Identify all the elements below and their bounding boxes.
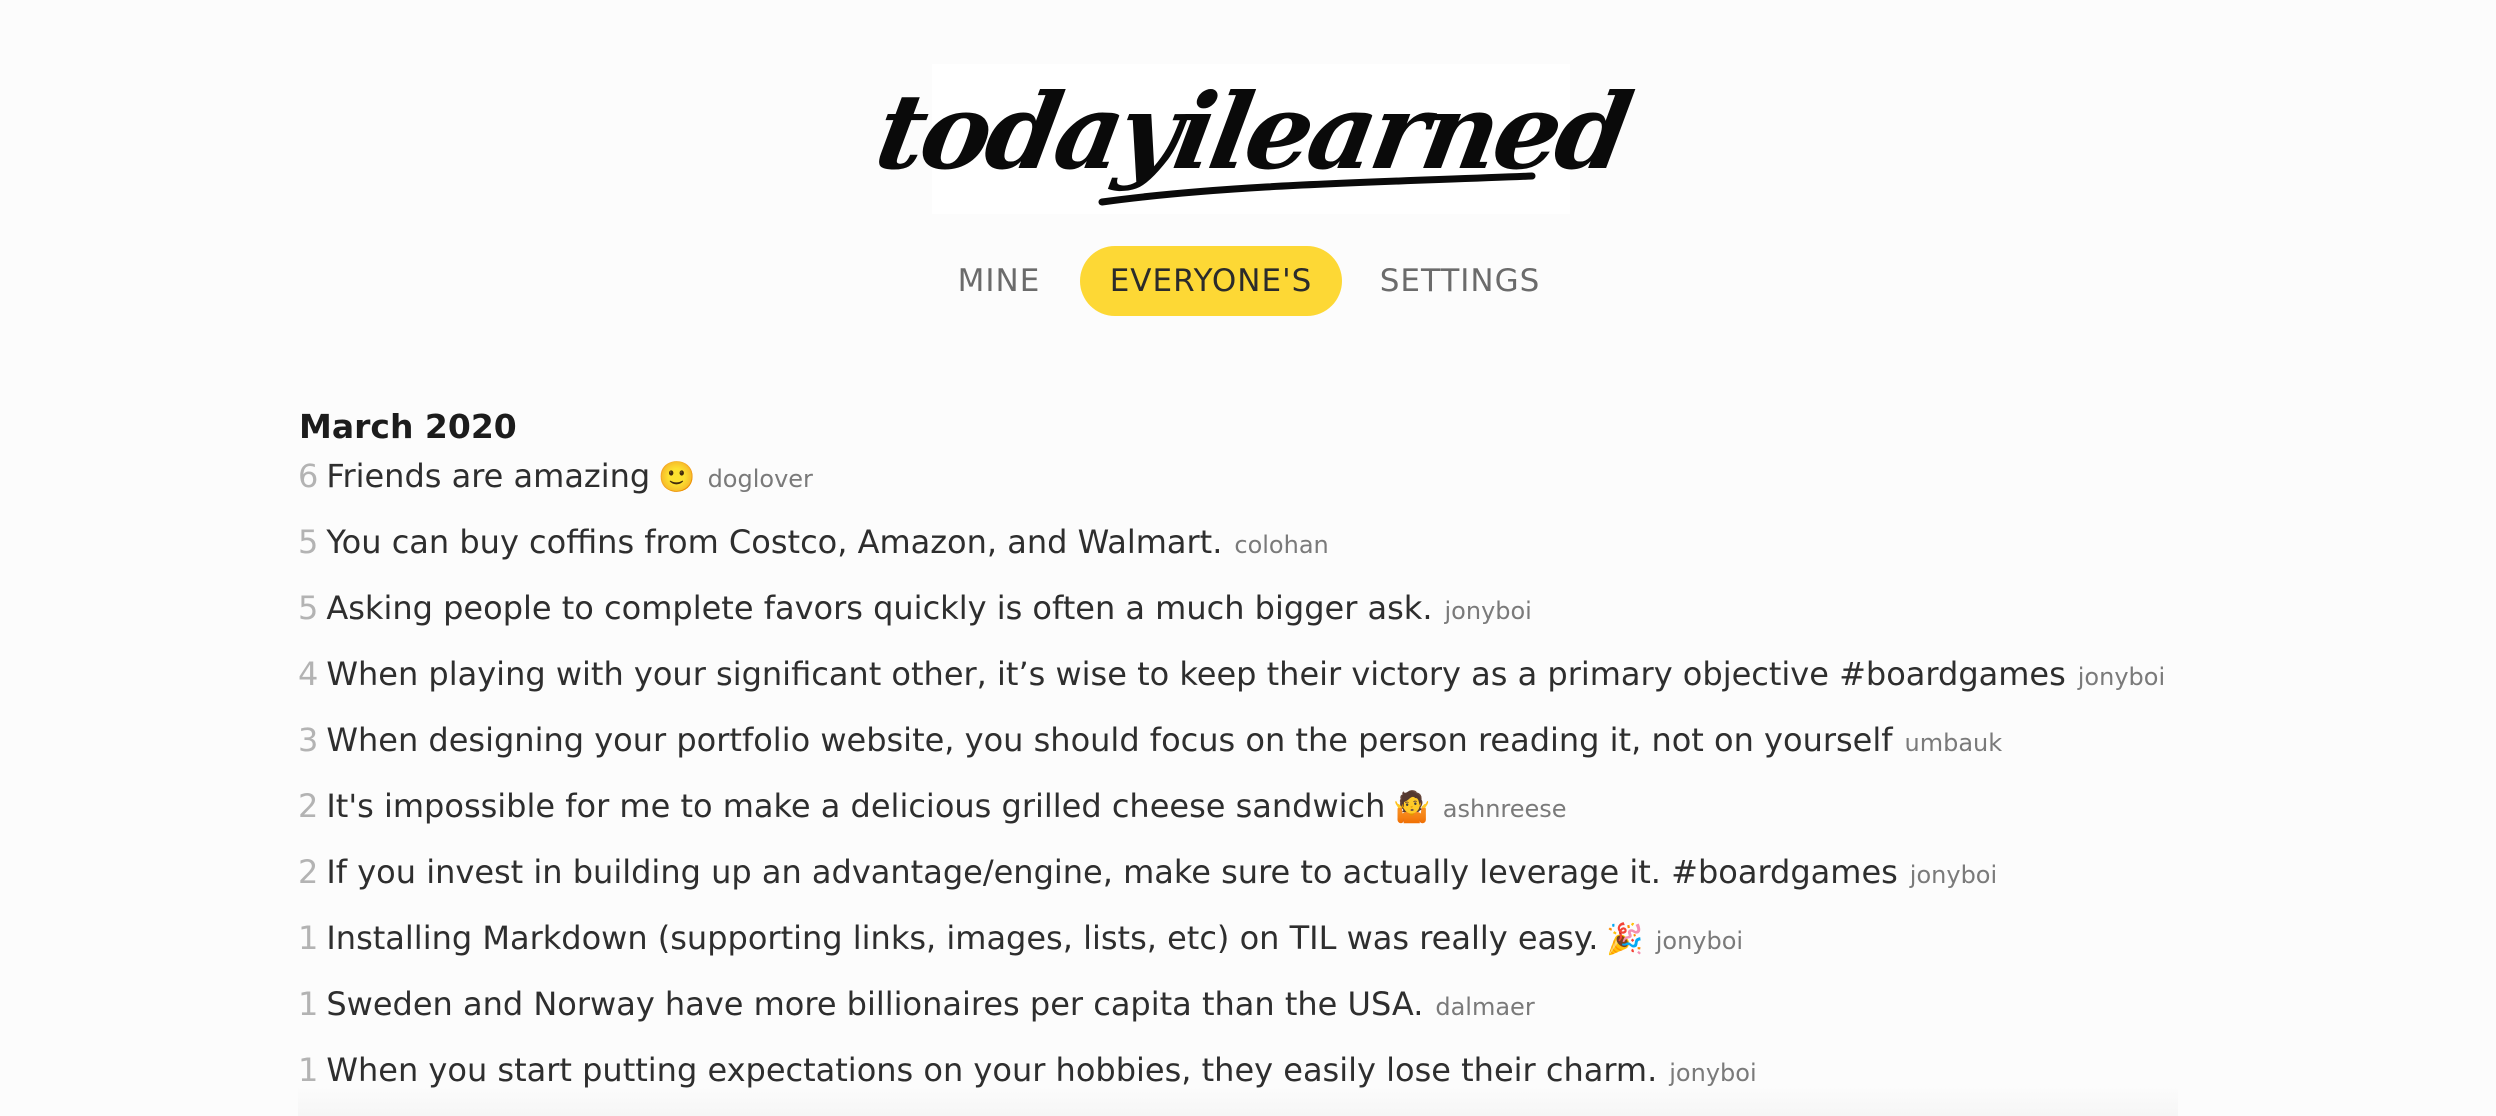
entry-text: You can buy coffins from Costco, Amazon,… [326,523,1223,561]
nav-tab-everyones[interactable]: EVERYONE'S [1080,246,1342,316]
entry-count: 6 [298,457,319,495]
nav-tab-mine[interactable]: MINE [942,246,1056,316]
entry-text: Friends are amazing [326,457,651,495]
entry-author-link[interactable]: jonyboi [1669,1059,1756,1087]
entry-row: 4 When playing with your significant othe… [298,646,2298,712]
nav-tab-settings[interactable]: SETTINGS [1370,246,1550,316]
entry-row: 3 When designing your portfolio website, … [298,712,2298,778]
entry-author-link[interactable]: umbauk [1905,729,2003,757]
entry-count: 5 [298,589,319,627]
entry-count: 1 [298,1051,319,1089]
entry-emoji-icon: 🤷 [1393,790,1431,825]
entry-author-link[interactable]: jonyboi [1656,927,1743,955]
main-nav: MINE EVERYONE'S SETTINGS [0,246,2496,316]
entry-count: 5 [298,523,319,561]
entry-text: It's impossible for me to make a delicio… [326,787,1386,825]
entry-author-link[interactable]: jonyboi [2078,663,2165,691]
entry-emoji-icon: 🙂 [658,460,696,495]
entry-row: 5 Asking people to complete favors quickl… [298,580,2298,646]
entry-author-link[interactable]: ashnreese [1443,795,1567,823]
entry-author-link[interactable]: doglover [708,465,813,493]
entry-author-link[interactable]: jonyboi [1910,861,1997,889]
entry-author-link[interactable]: jonyboi [1445,597,1532,625]
entry-list: 6 Friends are amazing 🙂 doglover 5 You can bu… [298,448,2298,1108]
entry-author-link[interactable]: colohan [1234,531,1328,559]
entry-row: 2 It's impossible for me to make a delici… [298,778,2298,844]
entry-row: 5 You can buy coffins from Costco, Amazon… [298,514,2298,580]
entry-text: When playing with your significant other… [326,655,2066,693]
entry-author-link[interactable]: dalmaer [1435,993,1534,1021]
entry-row: 1 Sweden and Norway have more billionaire… [298,976,2298,1042]
entry-row: 2 If you invest in building up an advanta… [298,844,2298,910]
entry-row: 6 Friends are amazing 🙂 doglover [298,448,2298,514]
entry-count: 2 [298,853,319,891]
entry-text: Asking people to complete favors quickly… [326,589,1433,627]
entry-text: Installing Markdown (supporting links, i… [326,919,1599,957]
entry-text: If you invest in building up an advantag… [326,853,1898,891]
scroll-fade [298,1086,2178,1116]
page: todayilearned MINE EVERYONE'S SETTINGS M… [0,0,2496,1116]
entry-count: 1 [298,985,319,1023]
entry-emoji-icon: 🎉 [1606,922,1644,957]
entry-count: 1 [298,919,319,957]
entry-count: 4 [298,655,319,693]
entry-count: 2 [298,787,319,825]
entry-count: 3 [298,721,319,759]
logo-text: todayilearned [867,69,1638,193]
month-heading: March 2020 [299,407,517,447]
entry-row: 1 Installing Markdown (supporting links, … [298,910,2298,976]
entry-text: When you start putting expectations on y… [326,1051,1658,1089]
logo[interactable]: todayilearned [868,64,1637,214]
entry-text: Sweden and Norway have more billionaires… [326,985,1424,1023]
entry-text: When designing your portfolio website, y… [326,721,1893,759]
